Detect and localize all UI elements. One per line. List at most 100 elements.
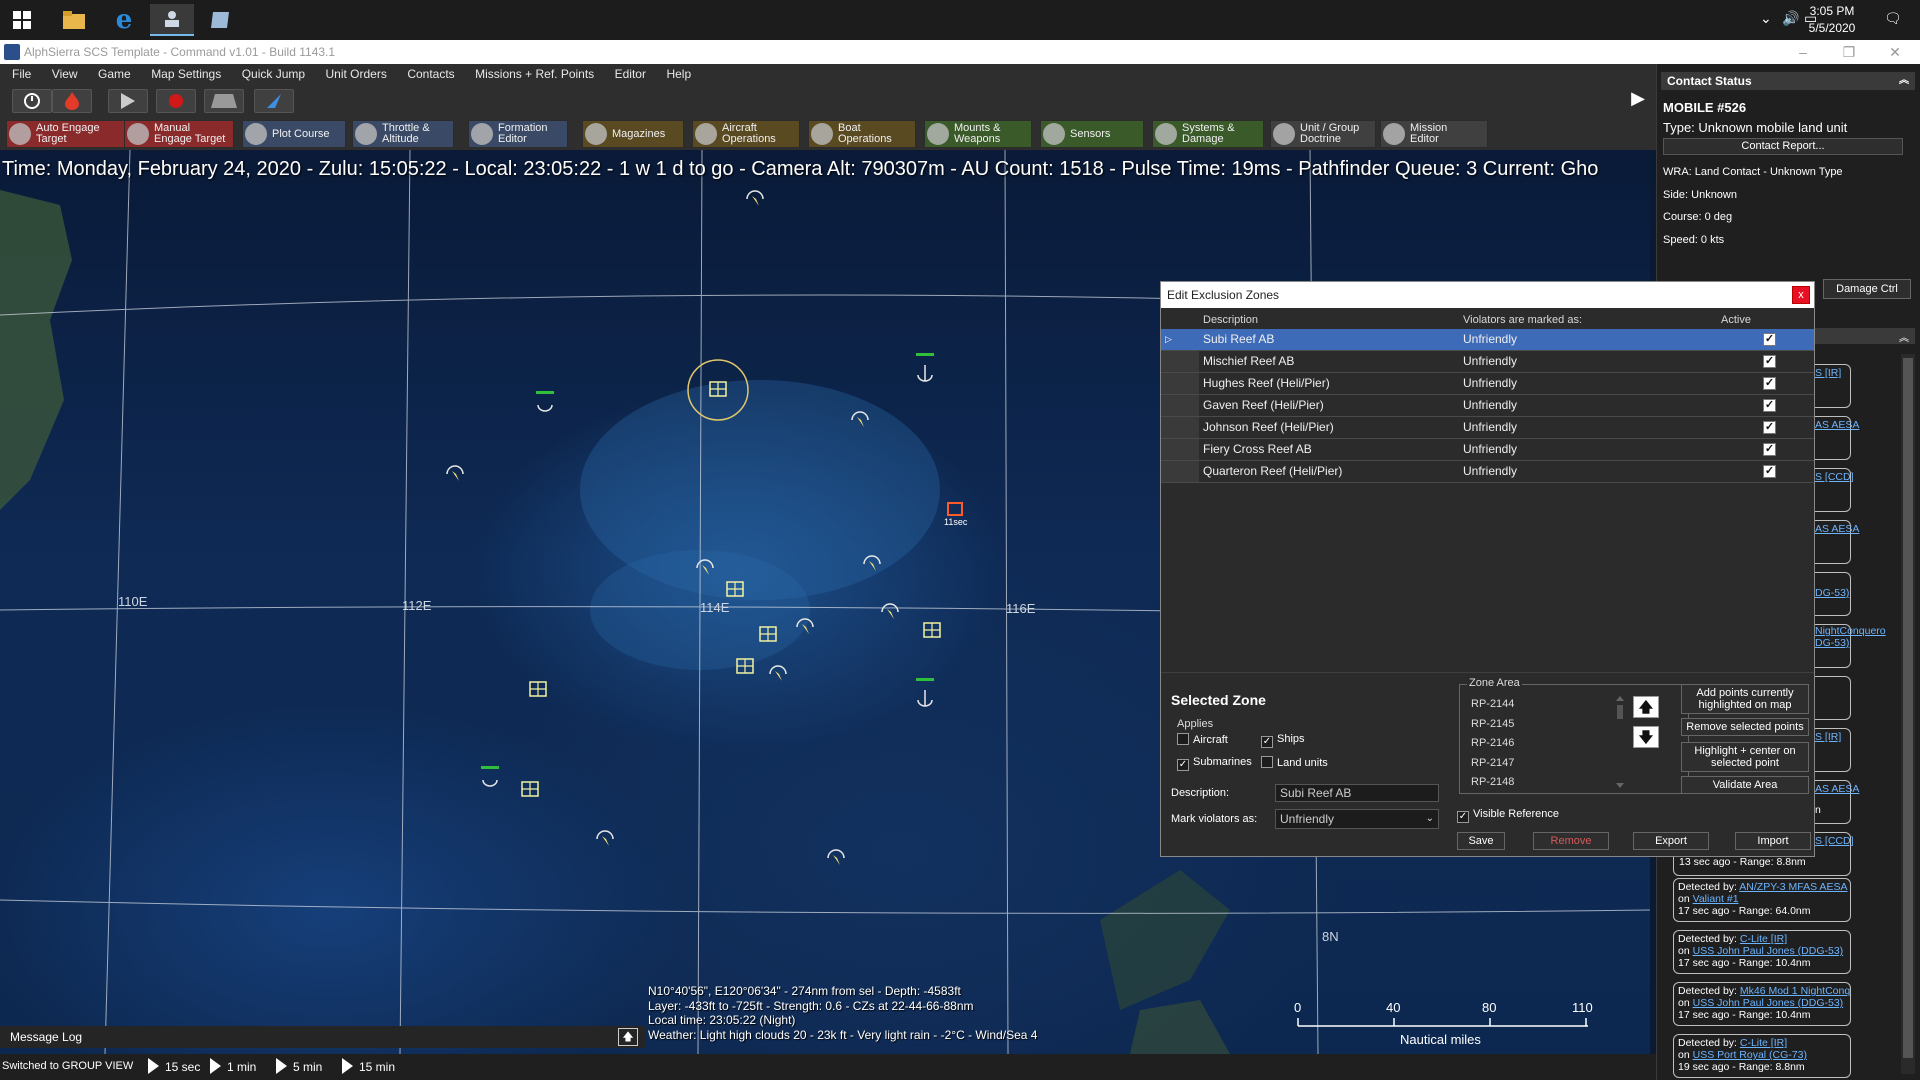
record-button[interactable] [156, 89, 196, 113]
move-point-down-button[interactable]: 🡇 [1633, 726, 1659, 748]
detection-platform-link[interactable]: Valiant #1 [1693, 893, 1739, 905]
minimize-icon[interactable]: – [1780, 40, 1826, 64]
sensor-unit-icon[interactable] [596, 830, 614, 846]
detection-card[interactable]: Detected by: C-Lite [IR] on USS John Pau… [1673, 930, 1851, 974]
contact-status-header[interactable]: Contact Status ︽ [1661, 72, 1915, 90]
move-point-up-button[interactable]: 🡅 [1633, 696, 1659, 718]
table-row[interactable]: Hughes Reef (Heli/Pier) Unfriendly ✓ [1161, 373, 1814, 395]
fire-button[interactable] [52, 89, 92, 113]
sensor-unit-icon[interactable] [746, 190, 764, 206]
detection-sensor-link[interactable]: C-Lite [IR] [1740, 933, 1787, 945]
zone-active-checkbox[interactable]: ✓ [1763, 421, 1776, 434]
detection-sensor-link[interactable]: S [IR] [1815, 367, 1841, 379]
highlight-point-button[interactable]: Highlight + center on selected point [1681, 742, 1809, 772]
dialog-close-button[interactable]: x [1792, 286, 1810, 304]
detection-card[interactable]: Detected by: AN/ZPY-3 MFAS AESA on Valia… [1673, 878, 1851, 922]
file-explorer-icon[interactable] [52, 4, 96, 36]
col-active[interactable]: Active [1721, 312, 1751, 328]
table-row[interactable]: Fiery Cross Reef AB Unfriendly ✓ [1161, 439, 1814, 461]
magazines-button[interactable]: Magazines [582, 120, 684, 148]
save-button[interactable]: Save [1457, 832, 1505, 850]
notes-app-icon[interactable] [198, 4, 242, 36]
base-unit-icon[interactable] [521, 781, 539, 797]
zone-description-input[interactable] [1275, 784, 1439, 802]
step-15sec-button[interactable]: 15 sec [148, 1058, 200, 1074]
navigation-button[interactable] [254, 89, 294, 113]
menu-contacts[interactable]: Contacts [399, 64, 462, 84]
detection-sensor-link[interactable]: NightConquero DG-53) [1815, 625, 1886, 649]
message-log-bar[interactable]: Message Log [0, 1026, 645, 1048]
menu-editor[interactable]: Editor [607, 64, 654, 84]
edge-browser-icon[interactable]: e [102, 4, 146, 36]
base-unit-icon[interactable] [923, 622, 941, 638]
message-log-toggle-icon[interactable]: 🡅 [618, 1028, 638, 1046]
menu-unit-orders[interactable]: Unit Orders [318, 64, 395, 84]
collapse-detections-icon[interactable]: ︽ [1899, 329, 1909, 344]
unit-view-button[interactable] [204, 89, 244, 113]
detection-sensor-link[interactable]: AS AESA [1815, 523, 1859, 535]
plot-course-button[interactable]: Plot Course [242, 120, 346, 148]
sensor-unit-icon[interactable] [881, 603, 899, 619]
detection-sensor-link[interactable]: C-Lite [IR] [1740, 1037, 1787, 1049]
remove-button[interactable]: Remove [1533, 832, 1609, 850]
step-1min-button[interactable]: 1 min [210, 1058, 256, 1074]
menu-quick-jump[interactable]: Quick Jump [234, 64, 313, 84]
export-button[interactable]: Export [1633, 832, 1709, 850]
restore-icon[interactable]: ❐ [1826, 40, 1872, 64]
base-unit-icon[interactable] [529, 681, 547, 697]
ships-checkbox[interactable]: ✓ Ships [1261, 733, 1305, 748]
menu-map-settings[interactable]: Map Settings [143, 64, 229, 84]
scrollbar-thumb[interactable] [1903, 358, 1913, 1058]
zone-list-scrollbar[interactable] [1615, 695, 1625, 789]
step-15min-button[interactable]: 15 min [342, 1058, 395, 1074]
menu-help[interactable]: Help [658, 64, 699, 84]
zone-active-checkbox[interactable]: ✓ [1763, 443, 1776, 456]
detection-card[interactable]: Detected by: C-Lite [IR] on USS Port Roy… [1673, 1034, 1851, 1078]
sub-unit-icon[interactable] [481, 766, 499, 787]
detection-sensor-link[interactable]: S [IR] [1815, 731, 1841, 743]
sub-unit-icon[interactable] [536, 391, 554, 412]
detection-platform-link[interactable]: USS John Paul Jones (DDG-53) [1693, 997, 1844, 1009]
expand-panel-icon[interactable]: ▶ [1628, 88, 1648, 112]
detection-sensor-link[interactable]: S [CCD] [1815, 835, 1854, 847]
anchor-unit-icon[interactable] [916, 678, 934, 707]
sensor-unit-icon[interactable] [827, 849, 845, 865]
sensor-unit-icon[interactable] [769, 665, 787, 681]
menu-view[interactable]: View [44, 64, 86, 84]
zone-active-checkbox[interactable]: ✓ [1763, 465, 1776, 478]
remove-points-button[interactable]: Remove selected points [1681, 718, 1809, 736]
validate-area-button[interactable]: Validate Area [1681, 776, 1809, 794]
hostile-unit-marker[interactable] [947, 502, 963, 516]
contact-panel-scrollbar[interactable] [1901, 354, 1915, 1074]
table-row[interactable]: Mischief Reef AB Unfriendly ✓ [1161, 351, 1814, 373]
submarines-checkbox[interactable]: ✓ Submarines [1177, 756, 1252, 771]
notification-icon[interactable]: 🗨 [1884, 10, 1902, 27]
table-row[interactable]: ▷ Subi Reef AB Unfriendly ✓ [1161, 329, 1814, 351]
command-app-icon[interactable] [150, 4, 194, 36]
detection-sensor-link[interactable]: AS AESA [1815, 419, 1859, 431]
col-description[interactable]: Description [1203, 312, 1258, 328]
import-button[interactable]: Import [1735, 832, 1811, 850]
anchor-unit-icon[interactable] [916, 353, 934, 382]
collapse-icon[interactable]: ︽ [1899, 72, 1909, 90]
detection-sensor-link[interactable]: Mk46 Mod 1 NightConquero [1740, 985, 1850, 997]
damage-control-button[interactable]: Damage Ctrl [1823, 279, 1911, 299]
land-units-checkbox[interactable]: Land units [1261, 756, 1328, 770]
list-item[interactable]: RP-2147 [1465, 754, 1617, 774]
windows-start-icon[interactable] [0, 4, 44, 36]
contact-report-button[interactable]: Contact Report... [1663, 138, 1903, 155]
formation-editor-button[interactable]: Formation Editor [468, 120, 568, 148]
table-row[interactable]: Gaven Reef (Heli/Pier) Unfriendly ✓ [1161, 395, 1814, 417]
sensors-button[interactable]: Sensors [1040, 120, 1144, 148]
aircraft-operations-button[interactable]: Aircraft Operations [692, 120, 800, 148]
detection-sensor-link[interactable]: S [CCD] [1815, 471, 1854, 483]
zone-active-checkbox[interactable]: ✓ [1763, 355, 1776, 368]
sensor-unit-icon[interactable] [446, 465, 464, 481]
list-item[interactable]: RP-2145 [1465, 715, 1617, 735]
clock-button[interactable] [12, 89, 52, 113]
table-row[interactable]: Quarteron Reef (Heli/Pier) Unfriendly ✓ [1161, 461, 1814, 483]
list-item[interactable]: RP-2146 [1465, 734, 1617, 754]
table-row[interactable]: Johnson Reef (Heli/Pier) Unfriendly ✓ [1161, 417, 1814, 439]
throttle-altitude-button[interactable]: Throttle & Altitude [352, 120, 454, 148]
mark-violators-select[interactable]: Unfriendly ⌄ [1275, 809, 1439, 829]
